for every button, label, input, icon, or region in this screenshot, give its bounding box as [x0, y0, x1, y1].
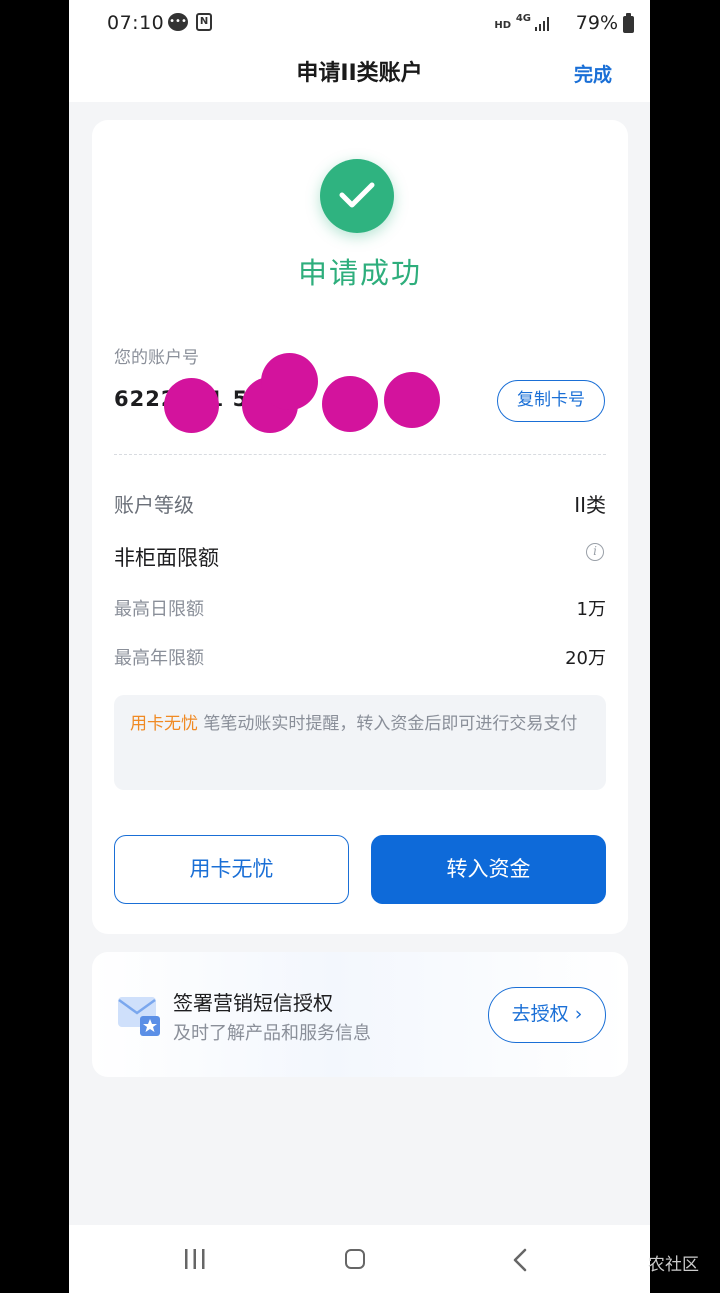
account-number-label: 您的账户号 [114, 348, 199, 368]
top-bar: 07:10 ••• N HD 4G 79% 申请II类账户 完成 [69, 0, 650, 102]
notice-box: 用卡无忧 笔笔动账实时提醒，转入资金后即可进行交易支付 [114, 695, 606, 790]
copy-card-number-button[interactable]: 复制卡号 [497, 380, 605, 422]
card-worry-free-button[interactable]: 用卡无忧 [114, 835, 349, 904]
redaction-mark [384, 372, 440, 428]
done-button[interactable]: 完成 [574, 60, 612, 87]
status-time: 07:10 [107, 12, 165, 34]
daily-limit-label: 最高日限额 [114, 599, 204, 620]
battery-icon [623, 13, 634, 33]
sms-authorization-card: 签署营销短信授权 及时了解产品和服务信息 去授权 › [92, 952, 628, 1077]
daily-limit-value: 1万 [576, 599, 606, 620]
account-level-value: II类 [574, 493, 606, 517]
yearly-limit-label: 最高年限额 [114, 648, 204, 669]
limit-section-label: 非柜面限额 [114, 546, 219, 570]
hd-indicator: HD [494, 20, 511, 31]
dashed-divider [114, 454, 606, 455]
phone-screen: 07:10 ••• N HD 4G 79% 申请II类账户 完成 申请成功 您的… [69, 0, 650, 1293]
page-title: 申请II类账户 [296, 61, 423, 86]
authorize-button[interactable]: 去授权 › [488, 987, 606, 1043]
result-card: 申请成功 您的账户号 6222 3 1 5 3 复制卡号 账户等级 II类 非柜… [92, 120, 628, 934]
yearly-limit-value: 20万 [565, 648, 606, 669]
system-navigation-bar [69, 1225, 650, 1293]
redaction-mark [164, 378, 219, 433]
success-check-icon [320, 159, 394, 233]
success-title: 申请成功 [297, 256, 422, 290]
signal-icon [535, 16, 551, 35]
chevron-right-icon: › [574, 1003, 583, 1025]
transfer-in-funds-button[interactable]: 转入资金 [371, 835, 606, 904]
info-icon[interactable]: i [586, 543, 604, 561]
mail-icon [116, 994, 162, 1044]
status-icons: HD 4G 79% [442, 12, 642, 36]
battery-percent: 79% [575, 12, 618, 34]
authorize-button-label: 去授权 [511, 1003, 569, 1025]
network-indicator: 4G [515, 13, 531, 24]
recent-apps-icon[interactable] [183, 1249, 207, 1273]
home-icon[interactable] [345, 1249, 365, 1269]
back-icon[interactable] [513, 1248, 527, 1276]
account-level-label: 账户等级 [114, 493, 194, 517]
redaction-mark [322, 376, 378, 432]
notice-highlight: 用卡无忧 [130, 714, 198, 734]
promo-title: 签署营销短信授权 [173, 991, 333, 1015]
notice-text: 笔笔动账实时提醒，转入资金后即可进行交易支付 [198, 714, 578, 734]
nfc-icon: N [196, 13, 212, 31]
message-notification-icon: ••• [168, 13, 188, 31]
promo-subtitle: 及时了解产品和服务信息 [173, 1023, 371, 1044]
watermark-text: 农社区 [648, 1255, 699, 1275]
redaction-mark [261, 353, 318, 410]
